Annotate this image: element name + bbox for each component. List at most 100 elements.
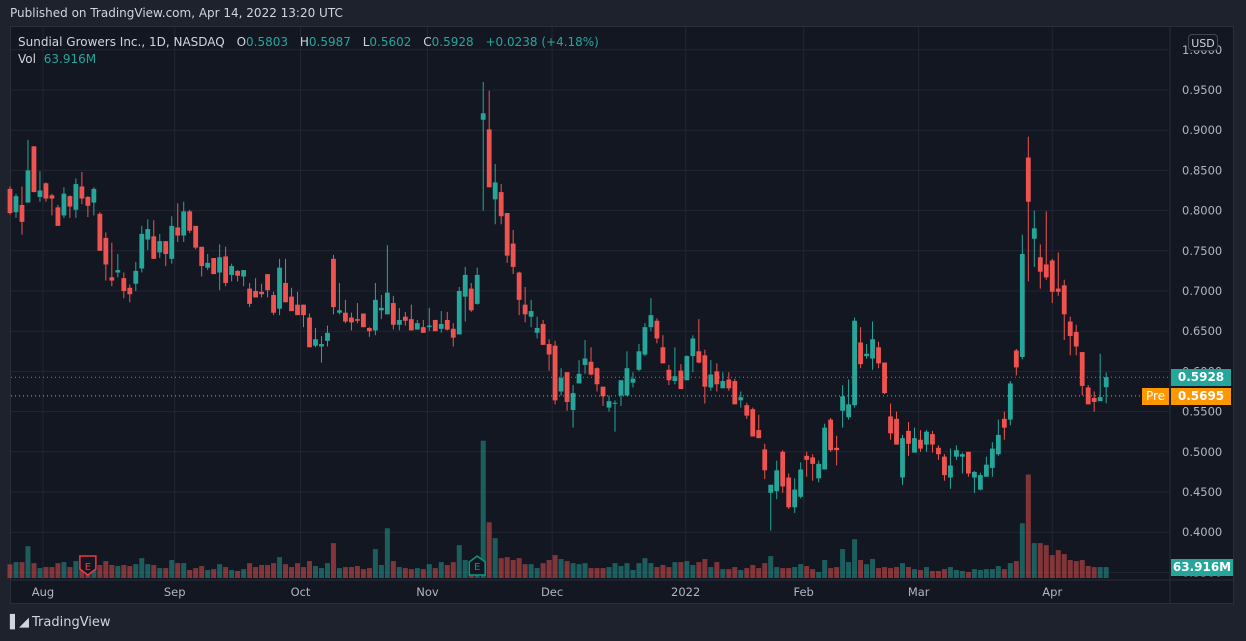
candle-body <box>971 471 977 478</box>
volume-bar <box>983 569 989 578</box>
volume-bar <box>402 568 408 578</box>
candle <box>786 473 792 509</box>
volume-bar <box>714 562 720 578</box>
volume-bar <box>953 569 959 578</box>
time-axis: Aug Sep Oct Nov Dec 2022 Feb Mar Apr <box>11 579 1233 599</box>
volume-bar <box>1049 555 1055 578</box>
candle-body <box>43 183 49 199</box>
volume-bar <box>840 549 846 578</box>
volume-bar <box>594 568 600 578</box>
candle <box>618 380 624 406</box>
candle <box>906 422 911 456</box>
candle <box>666 364 672 386</box>
candle <box>1031 210 1037 267</box>
candle-body <box>372 299 378 331</box>
candle <box>516 271 522 316</box>
candle <box>774 460 780 500</box>
tradingview-logo-icon[interactable]: ▌◢ <box>10 615 29 630</box>
candle <box>31 146 37 193</box>
candle <box>995 419 1001 456</box>
candle-body <box>420 327 426 333</box>
candle-body <box>780 451 786 487</box>
candle <box>25 139 31 203</box>
candle <box>642 323 648 357</box>
candle <box>295 291 300 316</box>
candle-body <box>367 327 372 332</box>
candle-body <box>390 303 396 325</box>
candle <box>283 258 288 303</box>
candle <box>816 460 822 483</box>
candle <box>13 193 19 218</box>
candle <box>696 319 702 364</box>
candle <box>408 304 414 331</box>
volume-label[interactable]: Vol <box>18 52 36 66</box>
candle <box>480 81 486 211</box>
candle <box>510 229 516 275</box>
volume-bar <box>450 562 456 578</box>
candle-body <box>73 184 79 210</box>
volume-bar <box>935 570 941 578</box>
volume-bar <box>959 570 965 578</box>
brand-name[interactable]: TradingView <box>32 615 111 630</box>
candle-body <box>1097 397 1103 402</box>
candle <box>630 372 636 388</box>
volume-bar <box>1103 567 1109 578</box>
candle <box>468 282 474 312</box>
candle-body <box>337 310 342 313</box>
price-tick-label: 0.7500 <box>1182 244 1222 258</box>
candle <box>253 278 258 298</box>
volume-bar <box>277 557 283 578</box>
candle <box>199 246 205 277</box>
volume-bar <box>67 567 73 578</box>
symbol-title[interactable]: Sundial Growers Inc., 1D, NASDAQ <box>18 35 225 49</box>
candle <box>882 362 887 394</box>
candle-body <box>307 317 312 348</box>
candle <box>307 313 312 348</box>
candle-body <box>37 190 43 197</box>
candle <box>492 163 498 225</box>
volume-bar <box>977 569 983 578</box>
candle-body <box>983 464 989 477</box>
volume-bar <box>546 560 552 578</box>
candle-body <box>378 307 384 311</box>
candle <box>989 442 995 477</box>
volume-bar <box>462 560 468 578</box>
candle <box>55 204 61 226</box>
candle <box>145 219 151 250</box>
candle-body <box>852 320 857 406</box>
volume-bar <box>115 566 121 578</box>
volume-bar <box>870 559 876 578</box>
volume-bar <box>1079 560 1085 578</box>
candle-body <box>636 351 642 370</box>
candle-body <box>462 274 468 297</box>
volume-bar <box>552 555 558 578</box>
volume-bar <box>684 561 690 578</box>
candle-body <box>504 213 510 256</box>
candle-body <box>97 213 103 251</box>
candle <box>876 341 881 369</box>
candle <box>121 272 127 299</box>
candle <box>343 299 348 324</box>
volume-bar <box>372 549 378 578</box>
currency-button[interactable]: USD <box>1188 34 1218 51</box>
volume-bar <box>576 564 582 578</box>
volume-value: 63.916M <box>43 52 97 66</box>
candle-body <box>792 489 798 508</box>
candlestick-chart[interactable]: EE 1.00000.95000.90000.85000.80000.75000… <box>0 0 1246 641</box>
volume-bar <box>606 567 612 578</box>
candle-body <box>828 419 834 451</box>
candle <box>79 172 85 205</box>
volume-bar <box>390 561 396 578</box>
candle <box>1097 353 1103 402</box>
candle-body <box>1043 264 1049 278</box>
candle-body <box>444 319 450 330</box>
candle-body <box>1103 377 1109 388</box>
open-value: 0.5803 <box>246 35 289 49</box>
candle <box>768 484 774 531</box>
volume-bar <box>989 569 995 578</box>
volume-bar <box>852 539 858 578</box>
volume-bar <box>1025 474 1031 578</box>
volume-bar <box>145 564 151 578</box>
candle-body <box>1067 321 1073 337</box>
candle <box>942 454 947 481</box>
